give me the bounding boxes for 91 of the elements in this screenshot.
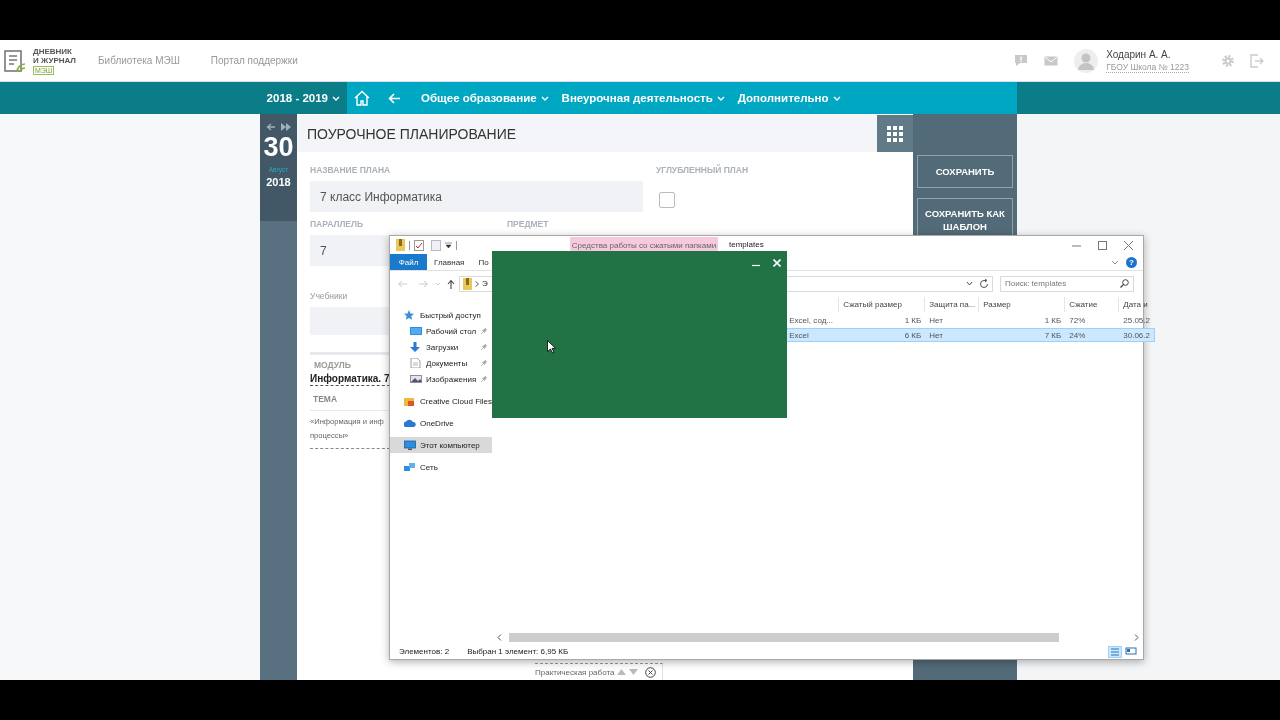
scrollbar-thumb[interactable] [509,633,1059,642]
input-field[interactable]: 7 класс Информатика [310,181,643,212]
mail-icon[interactable] [1044,55,1059,66]
nav-item[interactable]: Загрузки [390,339,493,355]
pin-icon [480,359,488,367]
fast-forward-icon[interactable] [281,123,291,131]
nav-item[interactable]: Изображения [390,371,493,387]
nav-item[interactable]: Creative Cloud Files [390,393,493,409]
window-title: templates [729,240,764,249]
apps-button[interactable] [877,115,913,152]
nav-item[interactable]: OneDrive [390,415,493,431]
properties-icon[interactable] [414,239,424,251]
action-button[interactable]: СОХРАНИТЬ [917,155,1013,188]
network-icon [404,462,416,472]
back-arrow-icon[interactable] [266,123,275,131]
user-name: Ходарин А. А. [1106,48,1172,60]
scroll-left-icon[interactable] [497,634,502,641]
maximize-icon[interactable] [1098,240,1107,250]
folder-icon [404,396,416,406]
column-header[interactable]: Дата и [1118,297,1155,312]
year-label: 2018 [266,176,291,188]
chevron-down-icon[interactable] [966,281,973,286]
column-header[interactable]: Защита па... [924,297,979,312]
forward-arrow-icon[interactable] [419,279,429,288]
chevron-down-icon [832,95,841,101]
ribbon-tab[interactable]: Файл [390,254,427,270]
field-label: УГЛУБЛЕННЫЙ ПЛАН [656,165,749,175]
nav-item[interactable]: Сеть [390,459,493,475]
pin-icon [480,343,488,351]
column-label: МОДУЛЬ [313,360,351,370]
field-label: ПАРАЛЛЕЛЬ [310,219,365,229]
zip-folder-icon [463,277,472,290]
field-label: ПРЕДМЕТ [507,219,550,229]
column-header[interactable]: Сжатый размер [838,297,925,312]
up-arrow-icon[interactable] [447,278,455,289]
sort-down-icon[interactable] [629,669,639,675]
search-icon [1120,279,1129,288]
monitor-icon [404,440,416,450]
column-header[interactable]: Размер [978,297,1065,312]
nav-item[interactable]: Быстрый доступ [390,307,493,323]
document-icon [410,358,422,368]
back-arrow-icon[interactable] [397,279,407,288]
chevron-down-icon [716,95,725,101]
image-icon [410,374,422,384]
tiles-view-icon[interactable] [1125,645,1137,656]
customize-menu-icon[interactable] [445,241,452,249]
year-dropdown[interactable]: 2018 - 2019 [266,92,340,104]
chevron-right-icon [475,280,479,287]
cloud-icon [404,418,416,428]
logout-icon[interactable] [1250,53,1264,68]
pin-icon [480,375,488,383]
help-icon[interactable]: ? [1126,256,1137,268]
field-label: Учебники [310,291,349,301]
details-view-icon[interactable] [1108,645,1122,658]
logo-text: И ЖУРНАЛ [33,55,76,65]
status-text: Выбран 1 элемент: 6,95 КБ [467,647,569,656]
grid-icon [887,125,903,142]
checkbox[interactable] [659,192,675,208]
avatar-icon[interactable] [1074,48,1099,73]
search-field[interactable]: Поиск: templates [1000,275,1134,292]
comment-icon[interactable] [1014,54,1029,67]
logo-text: ДНЕВНИК [33,46,73,56]
pin-icon [480,327,488,335]
lesson-type: Практическая работа [535,667,615,677]
ribbon-tab[interactable]: Главная [427,254,472,270]
nav-item[interactable]: Рабочий стол [390,323,493,339]
cursor-icon [547,340,556,354]
ribbon-tab[interactable]: По [471,254,496,270]
refresh-icon[interactable] [979,278,989,289]
settings-icon[interactable] [1221,53,1235,68]
scroll-right-icon[interactable] [1134,634,1139,641]
star-icon [404,310,416,320]
sort-up-icon[interactable] [617,669,627,675]
day-number: 30 [263,133,294,161]
address-text: Э [482,279,488,288]
zip-folder-icon[interactable] [396,239,405,251]
remove-icon[interactable] [645,666,657,678]
column-header[interactable]: Сжатие [1064,297,1119,312]
nav-item[interactable]: Документы [390,355,493,371]
download-icon [410,342,422,352]
close-icon[interactable] [1124,240,1133,250]
home-icon[interactable] [354,90,370,106]
page-title: ПОУРОЧНОЕ ПЛАНИРОВАНИЕ [307,125,517,142]
field-label: НАЗВАНИЕ ПЛАНА [310,165,392,175]
nav-item[interactable]: Этот компьютер [390,437,493,453]
chevron-down-icon [332,95,340,101]
chevron-down-icon[interactable] [1111,259,1119,265]
desktop-icon [410,326,422,336]
status-text: Элементов: 2 [399,647,450,656]
column-label: ТЕМА [312,394,338,404]
chevron-down-icon [540,95,549,101]
